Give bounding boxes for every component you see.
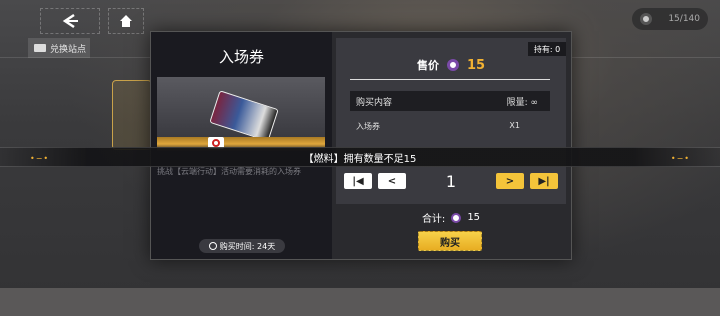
owned-count: 持有: 0 <box>528 42 566 56</box>
resource-counter: 15/140 <box>632 8 708 30</box>
background-item-card[interactable] <box>112 80 152 150</box>
home-button[interactable] <box>108 8 144 34</box>
purchase-dialog: 入场券 挑战【云端行动】活动需要消耗的入场券 购买时间: 24天 持有: 0 售… <box>150 31 572 260</box>
item-title: 入场券 <box>218 48 264 66</box>
price-value: 15 <box>466 57 486 73</box>
ticket-icon <box>209 90 279 137</box>
limit-header-label: 限量: ∞ <box>506 97 538 108</box>
purchase-info-pane: 持有: 0 售价 15 购买内容 限量: ∞ 入场券 X1 |◀ < 1 > ▶… <box>336 38 566 204</box>
min-quantity-button[interactable]: |◀ <box>344 173 372 189</box>
resource-count: 15/140 <box>668 14 700 24</box>
price-divider <box>350 79 550 80</box>
decrease-quantity-button[interactable]: < <box>378 173 406 189</box>
price-label: 售价 <box>416 59 439 72</box>
bottom-bar <box>0 288 720 316</box>
toast-left-ornament: •−• <box>30 154 50 163</box>
toast-right-ornament: •−• <box>670 154 690 163</box>
increase-quantity-button[interactable]: > <box>496 173 524 189</box>
content-header-label: 购买内容 <box>356 97 393 108</box>
content-item-qty: X1 <box>509 121 520 130</box>
content-table-header: 购买内容 限量: ∞ <box>350 91 550 111</box>
quantity-stepper: |◀ < 1 > ▶| <box>344 170 558 192</box>
total-row: 合计: 15 <box>336 210 566 225</box>
exchange-station-tab[interactable]: 兑换站点 <box>28 38 90 58</box>
price-row: 售价 15 <box>336 57 566 73</box>
toast-message: 【燃料】拥有数量不足15 <box>303 153 417 165</box>
back-arrow-icon <box>62 13 78 29</box>
insufficient-fuel-toast: •−• 【燃料】拥有数量不足15 •−• <box>0 147 720 167</box>
item-preview-pane: 入场券 挑战【云端行动】活动需要消耗的入场券 购买时间: 24天 <box>151 32 332 259</box>
buy-button[interactable]: 购买 <box>418 231 482 251</box>
purchase-time-text: 购买时间: 24天 <box>219 241 276 251</box>
total-value: 15 <box>467 212 481 223</box>
clock-icon <box>208 242 217 250</box>
item-image <box>157 77 325 137</box>
max-quantity-button[interactable]: ▶| <box>530 173 558 189</box>
resource-icon <box>640 13 652 25</box>
content-item-name: 入场券 <box>356 122 380 131</box>
purchase-time-chip: 购买时间: 24天 <box>199 239 285 253</box>
back-button[interactable] <box>40 8 100 34</box>
total-coin-icon <box>451 212 462 223</box>
station-tab-label: 兑换站点 <box>50 44 87 55</box>
coin-icon <box>446 59 459 71</box>
home-icon <box>120 15 132 27</box>
content-row: 入场券 X1 <box>350 121 550 132</box>
quantity-value: 1 <box>445 171 457 191</box>
total-label: 合计: <box>421 214 446 225</box>
station-icon <box>34 44 46 52</box>
item-description: 挑战【云端行动】活动需要消耗的入场券 <box>157 167 301 176</box>
